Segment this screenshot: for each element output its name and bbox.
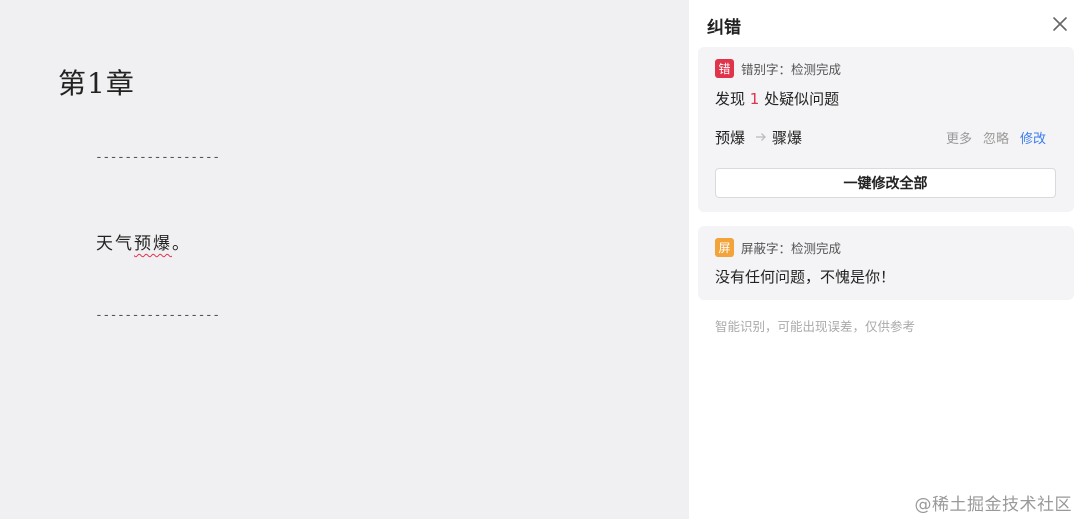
- more-button[interactable]: 更多: [946, 128, 972, 147]
- chapter-title: 第1章: [58, 67, 135, 100]
- watermark: @稀土掘金技术社区: [914, 495, 1072, 515]
- flagged-word[interactable]: 预爆: [134, 234, 172, 254]
- fix-button[interactable]: 修改: [1020, 128, 1046, 147]
- disclaimer-text: 智能识别，可能出现误差，仅供参考: [715, 319, 916, 334]
- mask-tag-badge: 屏: [715, 238, 734, 257]
- typo-status-text: 错别字：检测完成: [741, 62, 842, 77]
- body-text-prefix: 天气: [96, 234, 134, 254]
- separator-line-top: -----------------: [95, 150, 220, 165]
- suggestion-row: 预爆 骤爆 更多 忽略 修改: [715, 127, 1055, 147]
- mask-status-text: 屏蔽字：检测完成: [741, 241, 842, 256]
- typo-card-header: 错 错别字：检测完成: [715, 59, 841, 78]
- masked-word-check-card: 屏 屏蔽字：检测完成 没有任何问题，不愧是你！: [698, 226, 1074, 300]
- typo-check-card: 错 错别字：检测完成 发现 1 处疑似问题 预爆 骤爆 更多 忽略 修改 一键修…: [698, 47, 1074, 212]
- typo-tag-badge: 错: [715, 59, 734, 78]
- typo-summary: 发现 1 处疑似问题: [715, 88, 839, 109]
- body-paragraph: 天气预爆。: [96, 229, 191, 254]
- app-root: 第1章 ----------------- 天气预爆。 ------------…: [0, 0, 1080, 519]
- summary-prefix: 发现: [715, 90, 750, 108]
- close-icon[interactable]: [1050, 14, 1070, 34]
- document-editor[interactable]: 第1章 ----------------- 天气预爆。 ------------…: [0, 0, 689, 519]
- summary-suffix: 处疑似问题: [759, 90, 840, 108]
- arrow-right-icon: [756, 133, 766, 141]
- proofreading-panel: 纠错 错 错别字：检测完成 发现 1 处疑似问题 预爆 骤爆 更多 忽略 修改 …: [689, 0, 1080, 519]
- fix-all-button[interactable]: 一键修改全部: [715, 168, 1056, 198]
- suggested-word: 骤爆: [772, 129, 803, 147]
- mask-summary: 没有任何问题，不愧是你！: [715, 268, 896, 286]
- mask-card-header: 屏 屏蔽字：检测完成: [715, 238, 841, 257]
- original-word: 预爆: [715, 129, 746, 147]
- panel-title: 纠错: [707, 18, 741, 38]
- body-text-suffix: 。: [172, 234, 191, 254]
- panel-header: 纠错: [707, 13, 741, 38]
- ignore-button[interactable]: 忽略: [983, 128, 1009, 147]
- issue-count: 1: [749, 90, 760, 108]
- separator-line-bottom: -----------------: [95, 308, 220, 323]
